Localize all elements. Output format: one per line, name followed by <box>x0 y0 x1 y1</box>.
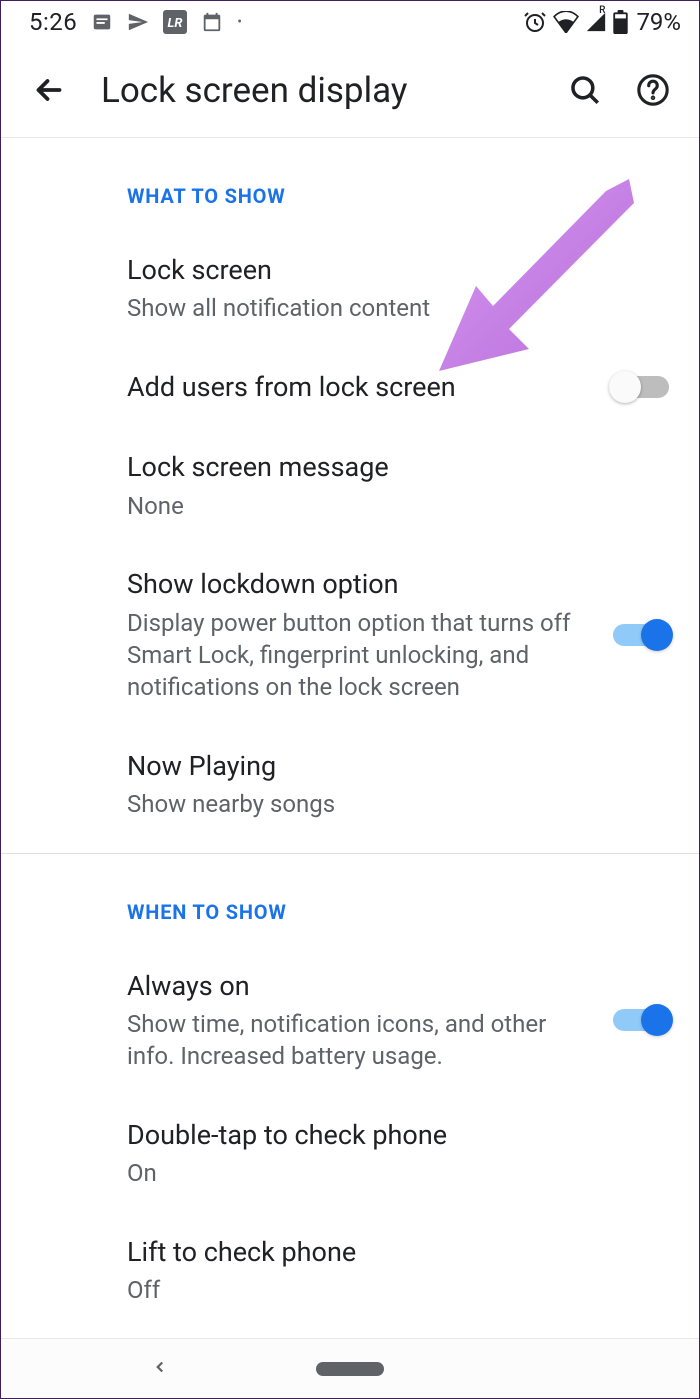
status-bar: 5:26 LR • R <box>1 1 699 43</box>
notification-calendar-icon <box>201 11 223 33</box>
setting-title: Lift to check phone <box>127 1234 649 1270</box>
battery-percent: 79% <box>636 8 681 36</box>
toggle-add-users[interactable] <box>613 376 669 398</box>
status-time: 5:26 <box>29 8 77 36</box>
setting-lift-check[interactable]: Lift to check phone Off <box>1 1212 699 1329</box>
search-button[interactable] <box>563 68 607 112</box>
setting-subtitle: Display power button option that turns o… <box>127 607 593 704</box>
setting-subtitle: Show nearby songs <box>127 788 649 820</box>
notification-app-icon: LR <box>163 10 187 34</box>
help-button[interactable] <box>631 68 675 112</box>
setting-lock-screen[interactable]: Lock screen Show all notification conten… <box>1 230 699 347</box>
notification-message-icon <box>91 11 113 33</box>
setting-title: Lock screen message <box>127 449 649 485</box>
setting-title: Show lockdown option <box>127 566 593 602</box>
app-bar: Lock screen display <box>1 43 699 138</box>
notification-dot-icon: • <box>237 14 242 30</box>
svg-text:LR: LR <box>168 16 183 31</box>
setting-title: Lock screen <box>127 252 649 288</box>
battery-icon <box>613 10 628 34</box>
toggle-always-on[interactable] <box>613 1009 669 1031</box>
settings-content: WHAT TO SHOW Lock screen Show all notifi… <box>1 138 699 1338</box>
setting-now-playing[interactable]: Now Playing Show nearby songs <box>1 726 699 843</box>
arrow-left-icon <box>31 72 67 108</box>
setting-title: Add users from lock screen <box>127 369 593 405</box>
section-what-to-show: WHAT TO SHOW Lock screen Show all notifi… <box>1 138 699 854</box>
section-when-to-show: WHEN TO SHOW Always on Show time, notifi… <box>1 854 699 1338</box>
wifi-icon <box>553 11 579 33</box>
section-header: WHAT TO SHOW <box>1 138 699 230</box>
setting-subtitle: Show time, notification icons, and other… <box>127 1008 593 1073</box>
page-title: Lock screen display <box>101 70 563 111</box>
alarm-icon <box>523 10 547 34</box>
back-button[interactable] <box>25 66 73 114</box>
navigation-bar <box>1 1338 699 1398</box>
setting-lock-message[interactable]: Lock screen message None <box>1 427 699 544</box>
signal-icon: R <box>585 11 607 33</box>
setting-subtitle: On <box>127 1157 649 1189</box>
help-icon <box>636 73 670 107</box>
section-header: WHEN TO SHOW <box>1 854 699 946</box>
setting-title: Double-tap to check phone <box>127 1117 649 1153</box>
setting-always-on[interactable]: Always on Show time, notification icons,… <box>1 946 699 1095</box>
search-icon <box>568 73 602 107</box>
setting-lockdown[interactable]: Show lockdown option Display power butto… <box>1 544 699 726</box>
nav-home-pill[interactable] <box>316 1362 384 1376</box>
setting-add-users[interactable]: Add users from lock screen <box>1 347 699 427</box>
chevron-left-icon <box>151 1358 169 1376</box>
nav-back-button[interactable] <box>151 1358 169 1380</box>
setting-double-tap[interactable]: Double-tap to check phone On <box>1 1095 699 1212</box>
setting-subtitle: Show all notification content <box>127 292 649 324</box>
toggle-lockdown[interactable] <box>613 624 669 646</box>
setting-subtitle: Off <box>127 1274 649 1306</box>
setting-subtitle: None <box>127 490 649 522</box>
notification-send-icon <box>127 11 149 33</box>
setting-title: Now Playing <box>127 748 649 784</box>
setting-title: Always on <box>127 968 593 1004</box>
